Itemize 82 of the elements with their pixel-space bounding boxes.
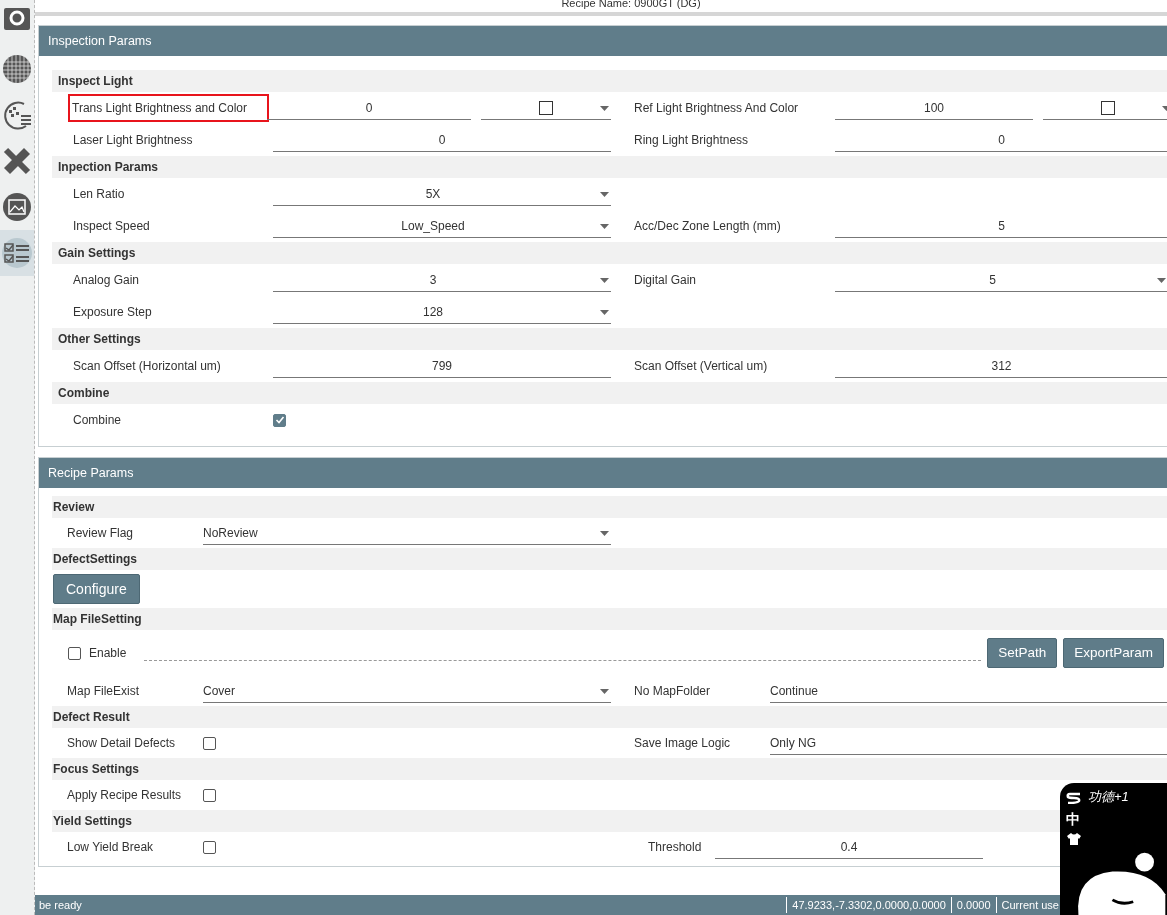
dropdown-caret-icon — [600, 192, 609, 197]
input-field[interactable]: 0 — [267, 96, 471, 120]
dropdown-caret-icon — [1157, 278, 1166, 283]
map-list-icon — [2, 100, 32, 130]
input-field[interactable]: Continue — [770, 679, 1167, 703]
field-label: Analog Gain — [73, 272, 141, 289]
input-field[interactable]: 100 — [835, 96, 1033, 120]
section-header: Inspect Light — [52, 70, 1167, 92]
field-label: Len Ratio — [73, 186, 126, 203]
checklist-icon — [2, 238, 32, 268]
input-field[interactable]: 0.4 — [715, 835, 983, 859]
field-label: Review Flag — [67, 525, 135, 542]
field-label: Inspect Speed — [73, 218, 151, 235]
dropdown[interactable]: 3 — [273, 268, 611, 292]
dropdown[interactable]: Low_Speed — [273, 214, 611, 238]
image-frame-icon — [2, 192, 32, 222]
dropdown-caret-icon — [600, 689, 609, 694]
field-label: Scan Offset (Vertical um) — [634, 358, 769, 375]
recipe-name: Recipe Name: 0900GT (DG) — [561, 0, 701, 11]
dropdown[interactable]: Cover — [203, 679, 611, 703]
input-field[interactable]: 799 — [273, 354, 611, 378]
input-field[interactable]: 0 — [835, 128, 1167, 152]
input-field[interactable]: 5 — [835, 214, 1167, 238]
section-header: Defect Result — [52, 706, 1167, 728]
section-header: Focus Settings — [52, 758, 1167, 780]
field-label: Map FileExist — [67, 683, 141, 700]
status-field: 47.9233,-7.3302,0.0000,0.0000 — [786, 896, 951, 914]
dropdown-caret-icon — [600, 531, 609, 536]
checkbox[interactable] — [203, 840, 216, 854]
dropdown[interactable]: 5X — [273, 182, 611, 206]
field-label: Combine — [73, 412, 123, 429]
field-label: Laser Light Brightness — [73, 132, 194, 149]
section-header: Inpection Params — [52, 156, 1167, 178]
dropdown-caret-icon — [600, 278, 609, 283]
input-field[interactable]: 0 — [273, 128, 611, 152]
field-label: Apply Recipe Results — [67, 787, 183, 804]
section-header: Other Settings — [52, 328, 1167, 350]
shirt-icon — [1067, 833, 1081, 845]
section-header: Combine — [52, 382, 1167, 404]
section-header: Map FileSetting — [52, 608, 1167, 630]
panel-header: Recipe Params — [39, 458, 1167, 488]
checkbox[interactable] — [273, 413, 286, 427]
field-label: Acc/Dec Zone Length (mm) — [634, 218, 782, 235]
grid-icon — [2, 54, 32, 84]
configure-button[interactable]: Configure — [53, 574, 140, 604]
field-label: Ring Light Brightness — [634, 132, 750, 149]
input-field[interactable]: 312 — [835, 354, 1167, 378]
skin-caption: 功德+1 — [1088, 789, 1129, 805]
dropdown-caret-icon — [600, 106, 609, 111]
field-label: Ref Light Brightness And Color — [634, 100, 800, 117]
dropdown[interactable]: 128 — [273, 300, 611, 324]
section-header: Gain Settings — [52, 242, 1167, 264]
section-header: Review — [52, 496, 1167, 518]
input-method-logo-icon — [1066, 792, 1082, 804]
field-label: Low Yield Break — [67, 839, 155, 856]
dropdown[interactable]: NoReview — [203, 521, 611, 545]
status-field: Current use — [995, 896, 1059, 914]
toolbar-button[interactable]: ExportParam — [1063, 638, 1164, 668]
input-mode[interactable]: 中 — [1066, 811, 1080, 827]
dropdown-caret-icon — [600, 224, 609, 229]
field-label: Save Image Logic — [634, 735, 732, 752]
status-message: be ready — [39, 897, 83, 913]
checkbox-label: Enable — [89, 645, 127, 662]
ime-toolbar[interactable]: 功德+1 中 — [1060, 783, 1167, 915]
dropdown[interactable]: 5 — [835, 268, 1167, 292]
input-field[interactable]: Only NG — [770, 731, 1167, 755]
field-label: No MapFolder — [634, 683, 712, 700]
field-label: Exposure Step — [73, 304, 153, 321]
sidebar-button[interactable] — [0, 230, 34, 276]
checkbox[interactable] — [203, 788, 216, 802]
dropdown-caret-icon — [600, 310, 609, 315]
field-label: Threshold — [648, 839, 703, 856]
status-field: 0.0000 — [950, 896, 996, 914]
checkbox[interactable] — [203, 736, 216, 750]
field-label: Scan Offset (Horizontal um) — [73, 358, 222, 375]
field-label: Digital Gain — [634, 272, 698, 289]
field-label: Show Detail Defects — [67, 735, 177, 752]
toolbar-button[interactable]: SetPath — [987, 638, 1058, 668]
field-label: Trans Light Brightness and Color — [70, 96, 267, 120]
panel-header: Inspection Params — [39, 26, 1167, 56]
section-header: DefectSettings — [52, 548, 1167, 570]
checkbox[interactable] — [68, 646, 81, 660]
